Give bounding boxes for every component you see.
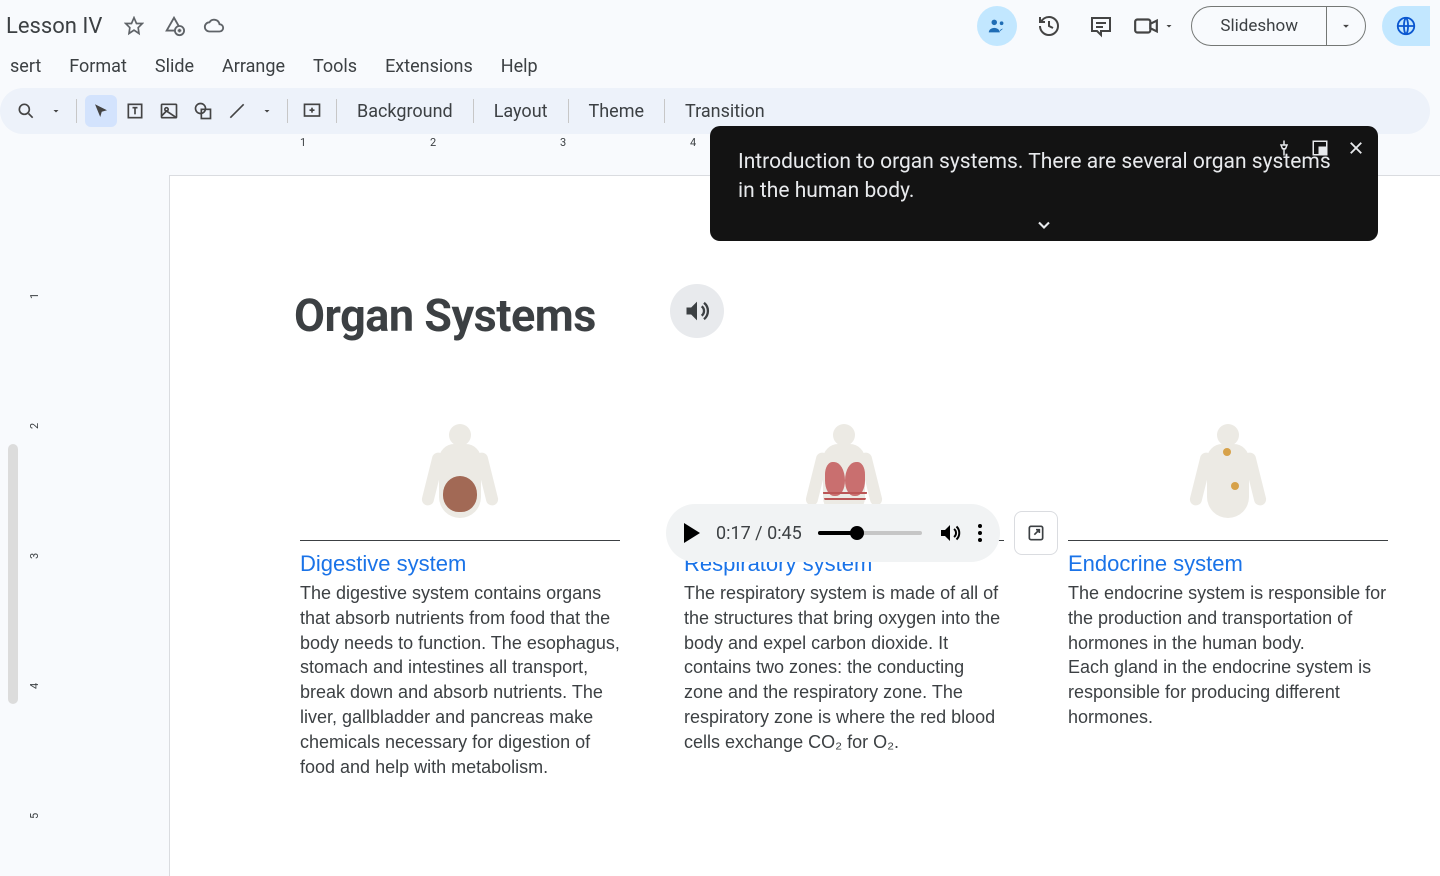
play-button[interactable] [684,523,700,543]
audio-more-icon[interactable] [978,524,982,542]
ruler-h-mark: 4 [690,136,696,149]
audio-object-icon[interactable] [670,284,724,338]
slideshow-dropdown[interactable] [1326,7,1365,45]
ruler-v-mark: 1 [28,293,41,299]
audio-seek-thumb[interactable] [850,526,864,540]
share-globe-icon[interactable] [1382,6,1430,46]
line-dropdown[interactable] [255,95,279,127]
menu-slide[interactable]: Slide [145,52,204,81]
image-tool[interactable] [153,95,185,127]
menu-format[interactable]: Format [59,52,137,81]
slide-title[interactable]: Organ Systems [294,289,596,342]
volume-icon[interactable] [938,521,962,545]
people-icon[interactable] [977,6,1017,46]
system-body: The respiratory system is made of all of… [684,581,1004,755]
slideshow-button-group: Slideshow [1191,6,1366,46]
separator [473,99,474,123]
menu-bar: sert Format Slide Arrange Tools Extensio… [0,48,1440,84]
audio-pill: 0:17 / 0:45 [666,504,1000,562]
system-body: The digestive system contains organs tha… [300,581,620,780]
zoom-tool[interactable] [10,95,42,127]
ruler-vertical: 1 2 3 4 5 [22,134,56,876]
line-tool[interactable] [221,95,253,127]
filmstrip-gutter [0,134,22,876]
pin-icon[interactable] [1272,136,1296,160]
ruler-v-mark: 5 [28,813,41,819]
separator [287,99,288,123]
menu-extensions[interactable]: Extensions [375,52,483,81]
caption-popover: Introduction to organ systems. There are… [710,126,1378,241]
work-area: 1 2 3 4 5 1 2 3 4 Organ Systems Digestiv… [0,134,1440,876]
chevron-down-icon[interactable] [1034,215,1054,235]
textbox-tool[interactable] [119,95,151,127]
scrollbar-thumb[interactable] [8,444,18,704]
audio-player: 0:17 / 0:45 [666,504,1058,562]
divider [1068,540,1388,541]
theme-button[interactable]: Theme [577,101,657,122]
ruler-v-mark: 3 [28,553,41,559]
slideshow-button[interactable]: Slideshow [1192,7,1326,45]
menu-help[interactable]: Help [491,52,548,81]
cloud-saved-icon[interactable] [200,12,228,40]
select-tool[interactable] [85,95,117,127]
separator [664,99,665,123]
system-heading: Digestive system [300,551,620,577]
audio-elapsed: 0:17 [716,523,751,544]
history-icon[interactable] [1029,6,1069,46]
separator [568,99,569,123]
zoom-dropdown[interactable] [44,95,68,127]
ruler-v-mark: 2 [28,423,41,429]
caption-tools [1272,136,1368,160]
close-icon[interactable] [1344,136,1368,160]
caption-text: Introduction to organ systems. There are… [738,148,1352,207]
audio-time: 0:17 / 0:45 [716,523,802,544]
system-column-endocrine[interactable]: Endocrine system The endocrine system is… [1068,418,1388,730]
audio-total: 0:45 [767,523,802,544]
transition-button[interactable]: Transition [673,101,777,122]
background-button[interactable]: Background [345,101,465,122]
canvas-zone: 1 2 3 4 Organ Systems Digestive system T… [56,134,1440,876]
menu-arrange[interactable]: Arrange [212,52,295,81]
ruler-v-mark: 4 [28,683,41,689]
comments-icon[interactable] [1081,6,1121,46]
document-title[interactable]: Lesson IV [0,14,102,39]
title-bar: Lesson IV Slideshow [0,0,1440,48]
move-icon[interactable] [160,12,188,40]
star-icon[interactable] [120,12,148,40]
system-column-digestive[interactable]: Digestive system The digestive system co… [300,418,620,780]
shape-tool[interactable] [187,95,219,127]
ruler-h-mark: 2 [430,136,436,149]
menu-insert[interactable]: sert [0,52,51,81]
expand-window-icon[interactable] [1308,136,1332,160]
separator [336,99,337,123]
system-column-respiratory[interactable]: Respiratory system The respiratory syste… [684,418,1004,755]
ruler-h-mark: 1 [300,136,306,149]
menu-tools[interactable]: Tools [303,52,367,81]
ruler-h-mark: 3 [560,136,566,149]
system-body: The endocrine system is responsible for … [1068,581,1388,730]
audio-seek-track[interactable] [818,531,922,535]
digestive-illustration [300,418,620,538]
divider [300,540,620,541]
layout-button[interactable]: Layout [482,101,560,122]
endocrine-illustration [1068,418,1388,538]
meet-icon[interactable] [1133,6,1175,46]
popout-icon[interactable] [1014,511,1058,555]
system-heading: Endocrine system [1068,551,1388,577]
separator [76,99,77,123]
comment-add-tool[interactable] [296,95,328,127]
